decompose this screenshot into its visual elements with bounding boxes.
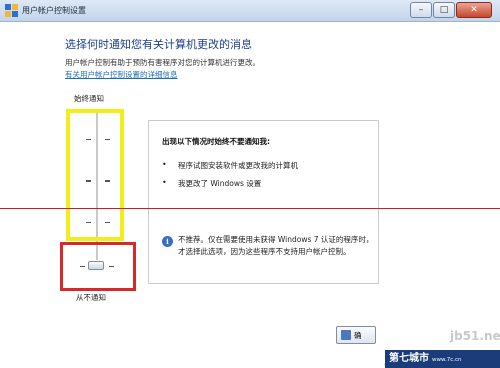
highlight-red-box: [60, 242, 136, 291]
uac-shield-icon: [341, 330, 351, 340]
panel-item: 程序试图安装软件或更改我的计算机: [178, 161, 298, 170]
watermark-site: jb51.net: [450, 329, 500, 343]
watermark-band-small: www.7c.cn: [432, 357, 462, 363]
ok-button[interactable]: 确: [336, 326, 376, 344]
watermark-band: 第七城市 www.7c.cn: [385, 350, 500, 368]
window-title: 用户帐户控制设置: [22, 6, 86, 15]
description-panel: 出现以下情况时始终不要通知我: • 程序试图安装软件或更改我的计算机 • 我更改…: [148, 120, 379, 284]
maximize-button[interactable]: □: [433, 2, 455, 18]
slider-bottom-label: 从不通知: [76, 293, 106, 302]
info-icon: i: [162, 236, 173, 247]
dialog-content: 选择何时通知您有关计算机更改的消息 用户帐户控制有助于预防有害程序对您的计算机进…: [0, 22, 500, 368]
window-controls: – □ ✕: [409, 2, 492, 18]
panel-title: 出现以下情况时始终不要通知我:: [162, 137, 270, 146]
page-description: 用户帐户控制有助于预防有害程序对您的计算机进行更改。: [65, 58, 260, 67]
watermark-band-text: 第七城市: [389, 353, 429, 364]
bullet-icon: •: [162, 160, 167, 169]
minimize-button[interactable]: –: [410, 2, 432, 18]
highlight-yellow-box: [66, 109, 124, 241]
uac-shield-icon: [5, 4, 18, 17]
panel-item: 我更改了 Windows 设置: [178, 179, 262, 188]
close-button[interactable]: ✕: [456, 2, 492, 18]
bullet-icon: •: [162, 178, 167, 187]
slider-top-label: 始终通知: [74, 94, 104, 103]
panel-note: 不推荐。仅在需要使用未获得 Windows 7 认证的程序时，才选择此选项，因为…: [178, 235, 374, 256]
ok-button-label: 确: [354, 331, 362, 340]
help-link[interactable]: 有关用户帐户控制设置的详细信息: [65, 69, 178, 80]
annotation-red-line: [0, 208, 500, 209]
title-bar: 用户帐户控制设置 – □ ✕: [0, 0, 500, 22]
page-heading: 选择何时通知您有关计算机更改的消息: [65, 38, 252, 51]
